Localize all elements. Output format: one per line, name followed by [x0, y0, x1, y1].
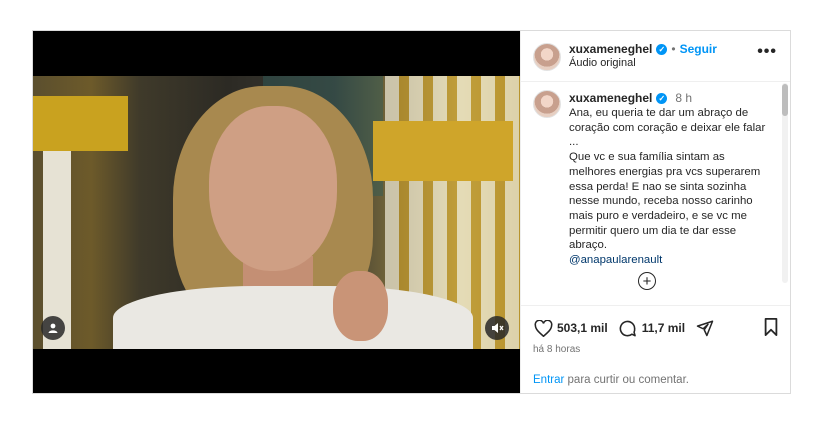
mention-link[interactable]: @anapaularenault [569, 253, 774, 268]
login-link[interactable]: Entrar [533, 374, 564, 386]
login-prompt-text: para curtir ou comentar. [564, 374, 689, 386]
post-time[interactable]: há 8 horas [533, 344, 580, 355]
post-header: xuxameneghel ✓ • Seguir Áudio original •… [521, 31, 790, 82]
heart-icon[interactable] [533, 318, 553, 338]
separator-dot: • [671, 42, 676, 56]
verified-badge-icon: ✓ [656, 92, 668, 104]
comment-icon[interactable] [618, 318, 638, 338]
comment-count[interactable]: 11,7 mil [642, 321, 685, 335]
action-row: 503,1 mil 11,7 mil [533, 318, 715, 338]
share-icon[interactable] [695, 318, 715, 338]
verified-badge-icon: ✓ [656, 43, 668, 55]
post-side-pane: xuxameneghel ✓ • Seguir Áudio original •… [520, 31, 790, 393]
person-hand [333, 271, 388, 341]
more-options-icon[interactable]: ••• [757, 43, 777, 61]
person-face [209, 106, 337, 271]
instagram-post: xuxameneghel ✓ • Seguir Áudio original •… [32, 30, 791, 394]
caption-scroll-thumb[interactable] [782, 84, 788, 116]
load-more-comments-icon[interactable]: + [638, 272, 656, 290]
bg-shape [33, 96, 128, 151]
follow-button[interactable]: Seguir [680, 42, 717, 56]
username-link[interactable]: xuxameneghel [569, 42, 652, 56]
user-tag-icon[interactable] [41, 316, 65, 340]
caption-username-link[interactable]: xuxameneghel [569, 91, 652, 105]
speaker-muted-icon[interactable] [485, 316, 509, 340]
bookmark-icon[interactable] [763, 318, 779, 341]
video-frame [33, 76, 520, 349]
login-prompt: Entrar para curtir ou comentar. [533, 374, 689, 386]
post-actions: 503,1 mil 11,7 mil há 8 horas Entrar par… [521, 305, 790, 393]
avatar[interactable] [533, 90, 561, 118]
header-user-row: xuxameneghel ✓ • Seguir [569, 42, 717, 56]
caption-time: 8 h [675, 91, 693, 105]
person-shirt [113, 286, 473, 349]
caption-user-row: xuxameneghel ✓ 8 h [569, 91, 692, 105]
avatar[interactable] [533, 43, 561, 71]
post-video[interactable] [33, 31, 520, 393]
bg-shape [373, 121, 513, 181]
caption-text: Ana, eu queria te dar um abraço de coraç… [569, 106, 774, 268]
caption-area: xuxameneghel ✓ 8 h Ana, eu queria te dar… [521, 82, 790, 304]
like-count[interactable]: 503,1 mil [557, 321, 608, 335]
caption-body: Ana, eu queria te dar um abraço de coraç… [569, 107, 766, 252]
audio-label[interactable]: Áudio original [569, 57, 636, 69]
